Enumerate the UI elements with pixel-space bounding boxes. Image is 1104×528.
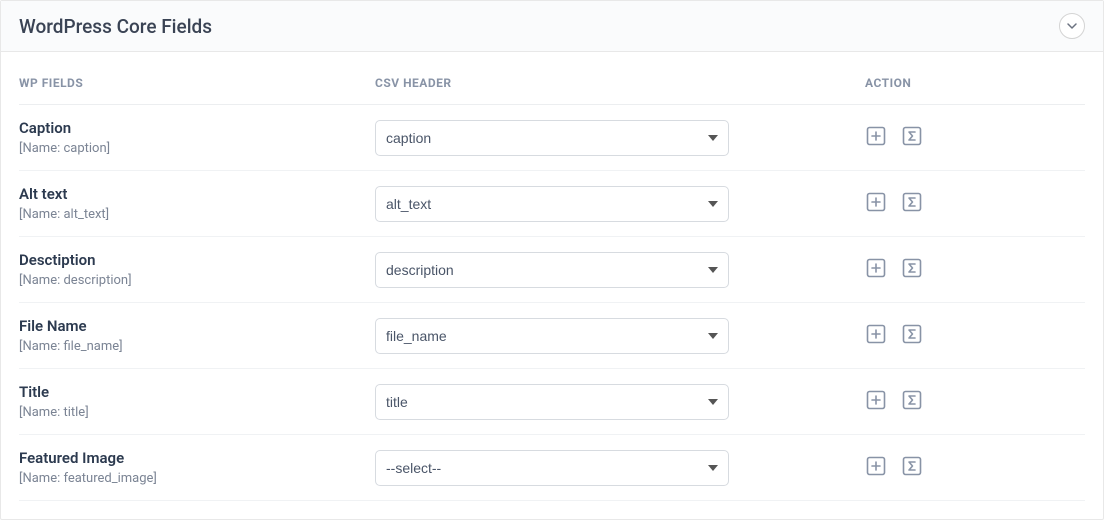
header-action: ACTION <box>865 76 1085 90</box>
csv-header-select[interactable]: --select--captionalt_textdescriptionfile… <box>375 186 729 222</box>
table-row: Alt text [Name: alt_text] --select--capt… <box>19 171 1085 237</box>
table-row: Title [Name: title] --select--captionalt… <box>19 369 1085 435</box>
panel-header: WordPress Core Fields <box>1 1 1103 52</box>
table-row: File Name [Name: file_name] --select--ca… <box>19 303 1085 369</box>
action-cell <box>865 391 1085 413</box>
sigma-square-icon <box>902 126 922 150</box>
csv-header-select[interactable]: --select--captionalt_textdescriptionfile… <box>375 252 729 288</box>
plus-square-icon <box>866 192 886 216</box>
formula-button[interactable] <box>901 193 923 215</box>
csv-header-select[interactable]: --select--captionalt_textdescriptionfile… <box>375 120 729 156</box>
formula-button[interactable] <box>901 127 923 149</box>
field-label: Caption <box>19 119 375 137</box>
field-label: Title <box>19 383 375 401</box>
field-name: [Name: caption] <box>19 141 375 156</box>
field-name: [Name: description] <box>19 273 375 288</box>
action-cell <box>865 457 1085 479</box>
formula-button[interactable] <box>901 457 923 479</box>
csv-header-cell: --select--captionalt_textdescriptionfile… <box>375 384 865 420</box>
add-button[interactable] <box>865 127 887 149</box>
wp-field-cell: Caption [Name: caption] <box>19 119 375 156</box>
field-label: Featured Image <box>19 449 375 467</box>
add-button[interactable] <box>865 193 887 215</box>
wp-field-cell: Title [Name: title] <box>19 383 375 420</box>
formula-button[interactable] <box>901 325 923 347</box>
csv-header-select[interactable]: --select--captionalt_textdescriptionfile… <box>375 384 729 420</box>
table-row: Caption [Name: caption] --select--captio… <box>19 105 1085 171</box>
wp-field-cell: Alt text [Name: alt_text] <box>19 185 375 222</box>
formula-button[interactable] <box>901 259 923 281</box>
plus-square-icon <box>866 126 886 150</box>
plus-square-icon <box>866 258 886 282</box>
plus-square-icon <box>866 390 886 414</box>
add-button[interactable] <box>865 259 887 281</box>
action-cell <box>865 193 1085 215</box>
table-row: Featured Image [Name: featured_image] --… <box>19 435 1085 501</box>
csv-header-cell: --select--captionalt_textdescriptionfile… <box>375 186 865 222</box>
csv-header-select[interactable]: --select--captionalt_textdescriptionfile… <box>375 450 729 486</box>
plus-square-icon <box>866 456 886 480</box>
sigma-square-icon <box>902 258 922 282</box>
sigma-square-icon <box>902 390 922 414</box>
csv-header-cell: --select--captionalt_textdescriptionfile… <box>375 252 865 288</box>
action-cell <box>865 259 1085 281</box>
field-name: [Name: title] <box>19 405 375 420</box>
header-wp-fields: WP FIELDS <box>19 76 375 90</box>
sigma-square-icon <box>902 456 922 480</box>
core-fields-panel: WordPress Core Fields WP FIELDS CSV HEAD… <box>0 0 1104 520</box>
csv-header-select[interactable]: --select--captionalt_textdescriptionfile… <box>375 318 729 354</box>
collapse-button[interactable] <box>1059 13 1085 39</box>
field-label: File Name <box>19 317 375 335</box>
action-cell <box>865 127 1085 149</box>
sigma-square-icon <box>902 324 922 348</box>
field-name: [Name: featured_image] <box>19 471 375 486</box>
field-name: [Name: file_name] <box>19 339 375 354</box>
action-cell <box>865 325 1085 347</box>
wp-field-cell: Desctiption [Name: description] <box>19 251 375 288</box>
wp-field-cell: Featured Image [Name: featured_image] <box>19 449 375 486</box>
add-button[interactable] <box>865 391 887 413</box>
add-button[interactable] <box>865 457 887 479</box>
wp-field-cell: File Name [Name: file_name] <box>19 317 375 354</box>
csv-header-cell: --select--captionalt_textdescriptionfile… <box>375 450 865 486</box>
field-label: Alt text <box>19 185 375 203</box>
panel-title: WordPress Core Fields <box>19 15 212 38</box>
fields-table: WP FIELDS CSV HEADER ACTION Caption [Nam… <box>1 52 1103 519</box>
csv-header-cell: --select--captionalt_textdescriptionfile… <box>375 120 865 156</box>
table-header-row: WP FIELDS CSV HEADER ACTION <box>19 52 1085 105</box>
add-button[interactable] <box>865 325 887 347</box>
chevron-down-icon <box>1066 17 1078 36</box>
header-csv-header: CSV HEADER <box>375 76 865 90</box>
field-label: Desctiption <box>19 251 375 269</box>
sigma-square-icon <box>902 192 922 216</box>
field-name: [Name: alt_text] <box>19 207 375 222</box>
table-row: Desctiption [Name: description] --select… <box>19 237 1085 303</box>
plus-square-icon <box>866 324 886 348</box>
formula-button[interactable] <box>901 391 923 413</box>
csv-header-cell: --select--captionalt_textdescriptionfile… <box>375 318 865 354</box>
